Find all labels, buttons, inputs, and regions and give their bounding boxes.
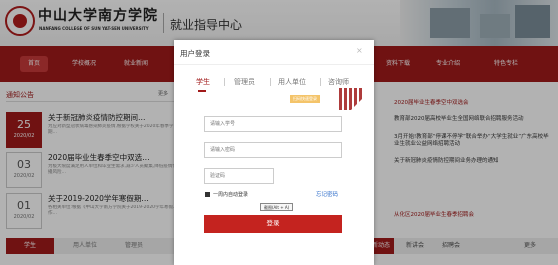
captcha-input[interactable]: 验证码	[204, 168, 274, 184]
tab-separator	[320, 78, 321, 86]
login-button[interactable]: 登录	[204, 215, 342, 233]
modal-title: 用户登录	[180, 49, 210, 58]
remember-checkbox[interactable]	[205, 192, 210, 197]
student-id-input[interactable]	[204, 116, 342, 132]
login-tab-student[interactable]: 学生	[196, 77, 210, 87]
active-tab-underline	[198, 90, 206, 92]
password-input[interactable]	[204, 142, 342, 158]
login-tab-counselor[interactable]: 咨询师	[328, 77, 349, 87]
forgot-password-link[interactable]: 忘记密码	[316, 190, 338, 198]
tab-separator	[270, 78, 271, 86]
remember-label: 一周内自动登录	[213, 192, 249, 198]
qr-login-tip: 扫码快速登录	[290, 95, 320, 103]
screenshot-tooltip: 截图(Alt + A)	[260, 203, 294, 211]
login-tab-admin[interactable]: 管理员	[234, 77, 255, 87]
login-tab-employer[interactable]: 用人单位	[278, 77, 306, 87]
login-modal: 用户登录 × 学生 管理员 用人单位 咨询师 扫码快速登录 验证码 一周内自动登…	[174, 40, 374, 265]
tab-separator	[224, 78, 225, 86]
close-icon[interactable]: ×	[356, 46, 363, 55]
modal-divider	[174, 64, 374, 65]
